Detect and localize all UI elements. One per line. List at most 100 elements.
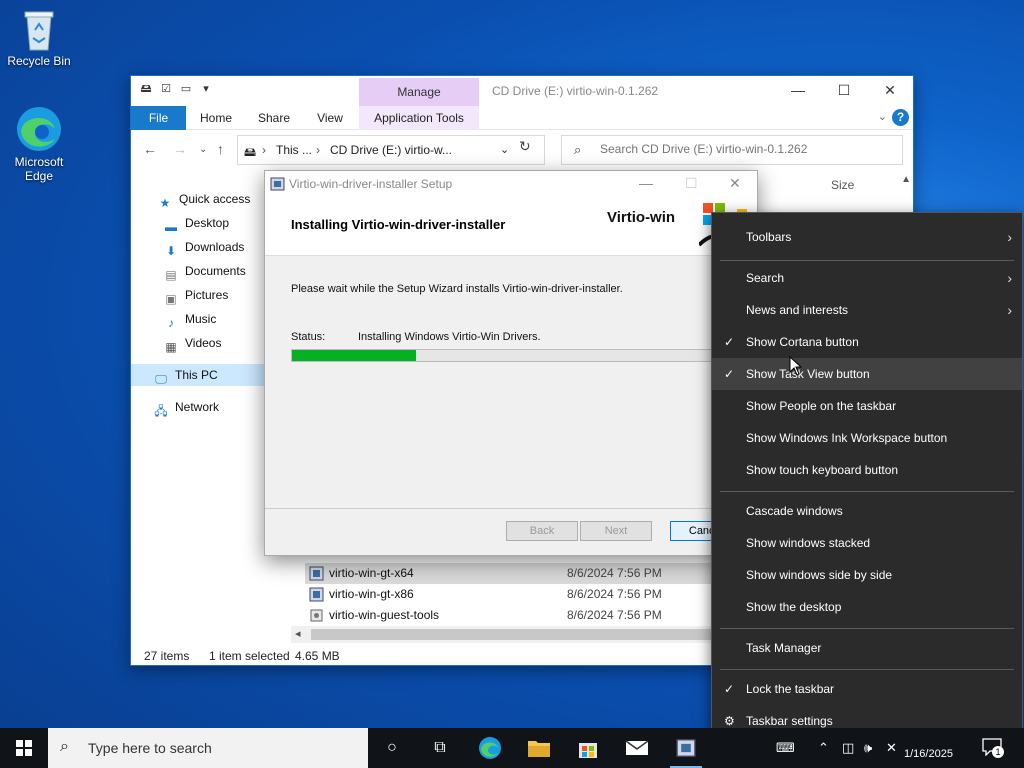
nav-item-quick-access[interactable]: ★ Quick access (157, 188, 251, 210)
maximize-icon: ☐ (685, 175, 698, 191)
menu-item-cascade-windows[interactable]: Cascade windows (712, 495, 1022, 527)
clock-date[interactable]: 1/16/2025 (904, 748, 953, 760)
network-tray-icon[interactable]: ◫ (842, 740, 854, 756)
volume-icon[interactable]: 🕪 (864, 740, 872, 756)
file-row[interactable]: virtio-win-gt-x64 8/6/2024 7:56 PM (305, 563, 711, 584)
chevron-right-icon: › (1007, 270, 1012, 286)
menu-item-lock-taskbar[interactable]: ✓ Lock the taskbar (712, 673, 1022, 705)
tab-manage[interactable]: Manage (359, 78, 479, 106)
breadcrumb-this-pc[interactable]: This ... (276, 143, 312, 157)
network-icon: 🖧 (154, 404, 168, 418)
store-bag-icon (579, 743, 597, 758)
nav-item-pictures[interactable]: ▣ Pictures (163, 284, 228, 306)
file-explorer-taskbar-icon[interactable] (515, 728, 563, 768)
breadcrumb-cd-drive[interactable]: CD Drive (E:) virtio-w... (330, 143, 452, 157)
chevron-right-icon: › (1007, 302, 1012, 318)
desktop-icon-recycle-bin[interactable]: Recycle Bin (2, 8, 76, 68)
file-row[interactable]: virtio-win-gt-x86 8/6/2024 7:56 PM (305, 584, 711, 605)
nav-item-network[interactable]: 🖧 Network (153, 396, 219, 418)
search-icon: ⌕ (60, 738, 69, 755)
checkmark-icon: ✓ (724, 335, 735, 349)
nav-item-music[interactable]: ♪ Music (163, 308, 216, 330)
properties-icon[interactable]: ☑ (159, 82, 173, 96)
menu-item-show-desktop[interactable]: Show the desktop (712, 591, 1022, 623)
file-row[interactable]: virtio-win-guest-tools 8/6/2024 7:56 PM (305, 605, 711, 626)
notification-center-button[interactable]: 1 (982, 738, 1006, 758)
nav-item-desktop[interactable]: ▬ Desktop (163, 212, 229, 234)
scrollbar-thumb[interactable] (311, 629, 711, 640)
navigation-pane: ★ Quick access ▬ Desktop ⬇ Downloads ▤ D… (131, 186, 265, 626)
help-icon[interactable]: ? (892, 109, 909, 126)
menu-item-windows-side-by-side[interactable]: Show windows side by side (712, 559, 1022, 591)
window-controls: — ☐ ✕ (775, 76, 913, 104)
cortana-icon[interactable]: ○ (368, 728, 416, 768)
back-arrow-icon[interactable]: ← (143, 141, 157, 157)
input-method-icon[interactable]: ⌨ (776, 740, 795, 756)
new-folder-icon[interactable]: ▭ (179, 82, 193, 96)
nav-item-videos[interactable]: ▦ Videos (163, 332, 221, 354)
store-taskbar-icon[interactable] (564, 728, 612, 768)
maximize-icon[interactable]: ☐ (821, 76, 867, 104)
menu-item-task-manager[interactable]: Task Manager (712, 632, 1022, 664)
recent-locations-icon[interactable]: ⌄ (199, 144, 207, 155)
setup-taskbar-icon[interactable] (662, 728, 710, 768)
menu-item-show-task-view[interactable]: ✓ Show Task View button (712, 358, 1022, 390)
address-bar[interactable]: 🖴 › This ... › CD Drive (E:) virtio-w...… (237, 135, 545, 165)
installer-icon (309, 566, 324, 581)
mail-icon (625, 740, 649, 755)
tab-application-tools[interactable]: Application Tools (359, 106, 479, 130)
menu-item-show-cortana[interactable]: ✓ Show Cortana button (712, 326, 1022, 358)
task-view-icon[interactable]: ⧉ (416, 728, 464, 768)
ribbon-tabs: File Home Share View Application Tools ⌄… (131, 106, 913, 130)
setup-message: Please wait while the Setup Wizard insta… (291, 283, 623, 295)
search-input[interactable] (600, 142, 890, 156)
drive-icon: 🖴 (244, 145, 257, 159)
chevron-down-icon[interactable]: ▾ (199, 82, 213, 96)
horizontal-scrollbar[interactable]: ◂ (291, 626, 711, 643)
close-icon[interactable]: ✕ (867, 76, 913, 104)
column-header-size[interactable]: Size (831, 178, 854, 192)
scroll-left-icon[interactable]: ◂ (295, 627, 301, 640)
speaker-muted-icon[interactable]: ✕ (886, 740, 897, 756)
edge-taskbar-icon[interactable] (466, 728, 514, 768)
desktop-icon-edge[interactable]: Microsoft Edge (2, 105, 76, 183)
menu-item-windows-stacked[interactable]: Show windows stacked (712, 527, 1022, 559)
scroll-up-icon[interactable]: ▲ (901, 174, 911, 185)
nav-item-downloads[interactable]: ⬇ Downloads (163, 236, 244, 258)
start-button[interactable] (0, 728, 48, 768)
menu-item-news-and-interests[interactable]: News and interests › (712, 294, 1022, 326)
divider (265, 508, 757, 509)
refresh-icon[interactable]: ↻ (519, 138, 531, 155)
menu-item-show-ink-workspace[interactable]: Show Windows Ink Workspace button (712, 422, 1022, 454)
star-icon: ★ (159, 196, 171, 210)
mail-taskbar-icon[interactable] (613, 728, 661, 768)
breadcrumb-separator-icon: › (316, 143, 320, 157)
search-box[interactable]: ⌕ (561, 135, 903, 165)
menu-item-toolbars[interactable]: Toolbars › (712, 221, 1022, 253)
tab-home[interactable]: Home (191, 106, 241, 130)
checkmark-icon: ✓ (724, 682, 735, 696)
tab-view[interactable]: View (305, 106, 355, 130)
minimize-icon[interactable]: — (639, 175, 653, 191)
menu-item-show-people[interactable]: Show People on the taskbar (712, 390, 1022, 422)
menu-separator (720, 628, 1014, 629)
taskbar-search-box[interactable]: ⌕ Type here to search (48, 728, 368, 768)
address-dropdown-icon[interactable]: ⌄ (500, 143, 509, 156)
search-icon: ⌕ (574, 142, 582, 157)
menu-item-show-touch-keyboard[interactable]: Show touch keyboard button (712, 454, 1022, 486)
close-icon[interactable]: ✕ (729, 175, 741, 192)
next-button[interactable]: Next (580, 521, 652, 541)
window-title: CD Drive (E:) virtio-win-0.1.262 (492, 84, 659, 98)
back-button[interactable]: Back (506, 521, 578, 541)
expand-ribbon-icon[interactable]: ⌄ (878, 110, 887, 123)
show-hidden-icons-icon[interactable]: ⌃ (818, 740, 829, 756)
tab-file[interactable]: File (131, 106, 186, 130)
up-arrow-icon[interactable]: ↑ (217, 141, 224, 157)
menu-item-search[interactable]: Search › (712, 262, 1022, 294)
minimize-icon[interactable]: — (775, 76, 821, 104)
forward-arrow-icon[interactable]: → (173, 141, 187, 157)
tab-share[interactable]: Share (249, 106, 299, 130)
nav-item-this-pc[interactable]: 🖵 This PC (131, 364, 265, 386)
music-icon: ♪ (168, 316, 174, 330)
nav-item-documents[interactable]: ▤ Documents (163, 260, 245, 282)
